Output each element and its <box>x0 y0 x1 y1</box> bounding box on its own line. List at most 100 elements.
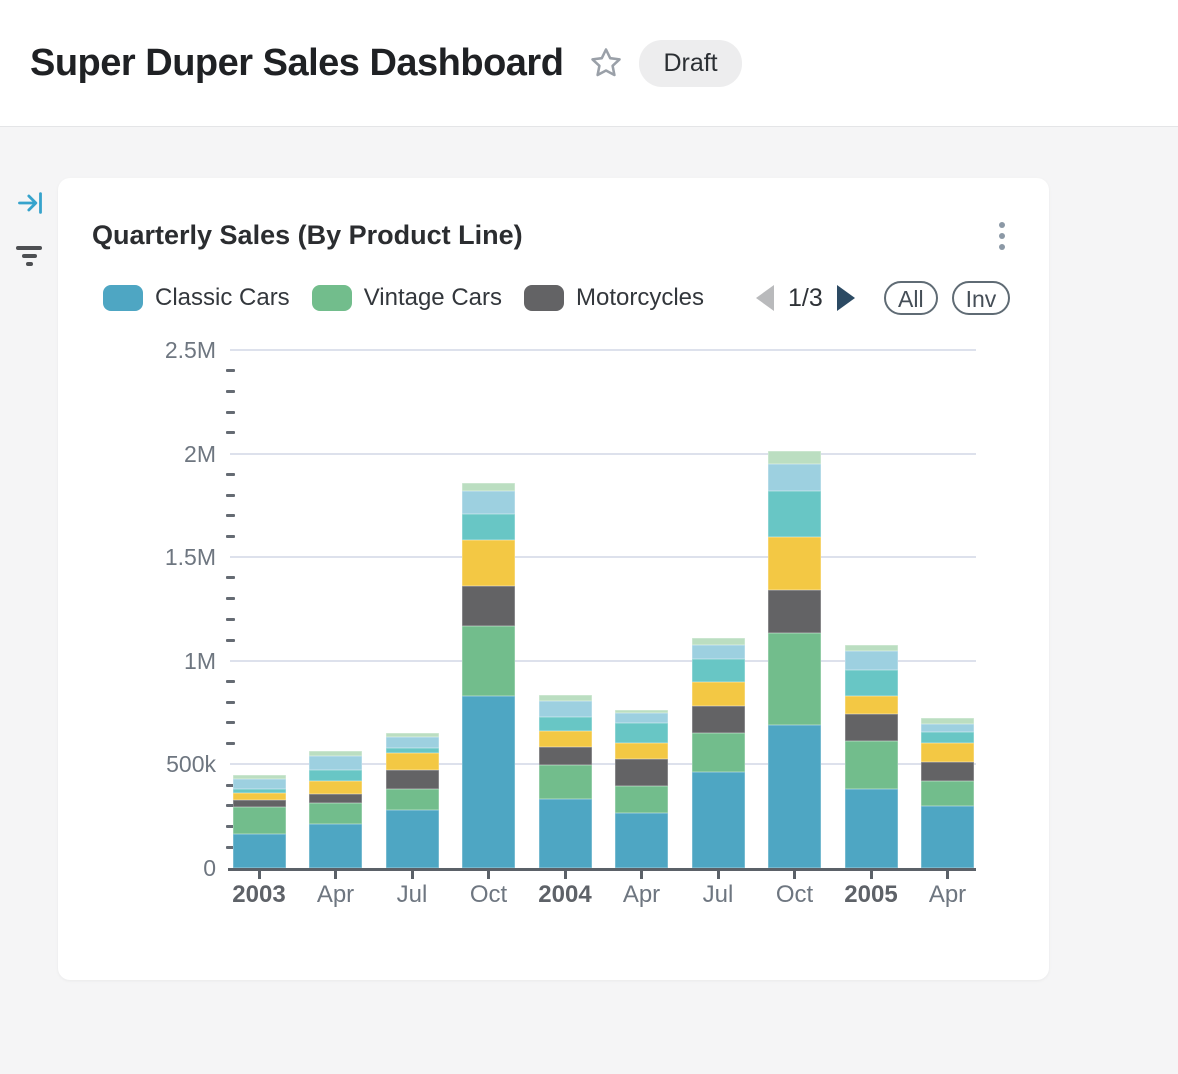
bar-segment-vintage-cars[interactable] <box>386 789 439 810</box>
bar-segment-series-4[interactable] <box>845 696 898 714</box>
favorite-star-icon[interactable] <box>587 44 625 82</box>
bar-segment-motorcycles[interactable] <box>233 800 286 807</box>
legend-item-classic-cars[interactable]: Classic Cars <box>103 284 290 312</box>
bar-segment-motorcycles[interactable] <box>921 762 974 781</box>
bar-segment-series-5[interactable] <box>845 670 898 696</box>
bar-segment-classic-cars[interactable] <box>692 772 745 868</box>
bar-segment-series-6[interactable] <box>386 737 439 747</box>
x-tick <box>334 871 337 879</box>
bar-segment-series-6[interactable] <box>539 701 592 717</box>
stacked-bar-chart: 0500k1M1.5M2M2.5M2003AprJulOct2004AprJul… <box>58 328 1049 948</box>
bar-segment-series-4[interactable] <box>309 781 362 795</box>
bar-segment-series-6[interactable] <box>692 645 745 659</box>
bar-segment-motorcycles[interactable] <box>309 794 362 803</box>
bar-segment-classic-cars[interactable] <box>309 824 362 868</box>
bar-segment-classic-cars[interactable] <box>615 813 668 868</box>
bar-segment-classic-cars[interactable] <box>768 725 821 868</box>
bar-segment-vintage-cars[interactable] <box>539 765 592 798</box>
bar-segment-series-5[interactable] <box>921 732 974 744</box>
filter-icon[interactable] <box>14 246 44 272</box>
bar-segment-motorcycles[interactable] <box>462 586 515 627</box>
stacked-bar-jul[interactable] <box>692 638 745 868</box>
y-minor-tick <box>226 680 235 683</box>
stacked-bar-oct[interactable] <box>462 483 515 868</box>
bar-segment-vintage-cars[interactable] <box>233 807 286 834</box>
stacked-bar-2003[interactable] <box>233 775 286 868</box>
legend-label: Classic Cars <box>155 284 290 312</box>
bar-segment-motorcycles[interactable] <box>615 759 668 786</box>
stacked-bar-apr[interactable] <box>921 718 974 868</box>
bar-segment-vintage-cars[interactable] <box>768 633 821 725</box>
bar-segment-classic-cars[interactable] <box>386 810 439 868</box>
bar-segment-series-6[interactable] <box>462 491 515 514</box>
stacked-bar-apr[interactable] <box>309 751 362 868</box>
bar-segment-series-5[interactable] <box>539 717 592 731</box>
stacked-bar-apr[interactable] <box>615 710 668 868</box>
bar-segment-vintage-cars[interactable] <box>615 786 668 813</box>
legend-prev-page-icon[interactable] <box>756 285 774 311</box>
bar-segment-classic-cars[interactable] <box>845 789 898 868</box>
y-minor-tick <box>226 597 235 600</box>
bar-segment-vintage-cars[interactable] <box>309 803 362 824</box>
bar-segment-vintage-cars[interactable] <box>845 741 898 789</box>
bar-segment-classic-cars[interactable] <box>233 834 286 868</box>
bar-segment-series-7[interactable] <box>692 638 745 645</box>
bar-segment-series-6[interactable] <box>845 651 898 670</box>
legend-item-motorcycles[interactable]: Motorcycles <box>524 284 704 312</box>
bar-segment-series-6[interactable] <box>921 724 974 731</box>
bar-segment-series-4[interactable] <box>539 731 592 747</box>
bar-segment-series-4[interactable] <box>615 743 668 759</box>
chart-title: Quarterly Sales (By Product Line) <box>92 220 523 251</box>
bar-segment-series-5[interactable] <box>462 514 515 541</box>
bar-segment-series-5[interactable] <box>615 723 668 743</box>
legend-invert-button[interactable]: Inv <box>952 281 1011 315</box>
y-minor-tick <box>226 576 235 579</box>
page-title: Super Duper Sales Dashboard <box>30 42 563 85</box>
bar-segment-series-7[interactable] <box>768 451 821 464</box>
expand-sidebar-icon[interactable] <box>15 189 45 217</box>
chart-legend: Classic Cars Vintage Cars Motorcycles <box>103 283 704 313</box>
bar-segment-classic-cars[interactable] <box>462 696 515 868</box>
legend-label: Vintage Cars <box>364 284 502 312</box>
legend-next-page-icon[interactable] <box>837 285 855 311</box>
card-menu-icon[interactable] <box>993 222 1011 258</box>
bar-segment-classic-cars[interactable] <box>921 806 974 868</box>
bar-segment-vintage-cars[interactable] <box>692 733 745 772</box>
stacked-bar-2005[interactable] <box>845 645 898 868</box>
bar-segment-series-6[interactable] <box>615 713 668 723</box>
bar-segment-motorcycles[interactable] <box>386 770 439 789</box>
bar-segment-motorcycles[interactable] <box>692 706 745 733</box>
y-gridline <box>230 556 976 558</box>
page-header: Super Duper Sales Dashboard Draft <box>0 0 1178 127</box>
bar-segment-classic-cars[interactable] <box>539 799 592 868</box>
bar-segment-series-4[interactable] <box>233 793 286 801</box>
y-minor-tick <box>226 618 235 621</box>
bar-segment-series-5[interactable] <box>768 491 821 537</box>
bar-segment-series-7[interactable] <box>845 645 898 652</box>
bar-segment-series-5[interactable] <box>309 770 362 781</box>
bar-segment-series-4[interactable] <box>921 743 974 762</box>
legend-item-vintage-cars[interactable]: Vintage Cars <box>312 284 502 312</box>
bar-segment-motorcycles[interactable] <box>539 747 592 765</box>
bar-segment-series-4[interactable] <box>768 537 821 590</box>
bar-segment-series-4[interactable] <box>386 753 439 770</box>
bar-segment-series-7[interactable] <box>462 483 515 491</box>
bar-segment-series-6[interactable] <box>768 464 821 491</box>
x-tick <box>640 871 643 879</box>
bar-segment-motorcycles[interactable] <box>845 714 898 741</box>
legend-select-all-button[interactable]: All <box>884 281 938 315</box>
filter-bar <box>22 254 37 258</box>
bar-segment-series-5[interactable] <box>692 659 745 681</box>
bar-segment-series-4[interactable] <box>462 540 515 586</box>
bar-segment-vintage-cars[interactable] <box>921 781 974 806</box>
stacked-bar-oct[interactable] <box>768 451 821 868</box>
stacked-bar-2004[interactable] <box>539 695 592 868</box>
x-tick <box>258 871 261 879</box>
bar-segment-series-6[interactable] <box>233 779 286 789</box>
bar-segment-motorcycles[interactable] <box>768 590 821 633</box>
bar-segment-series-4[interactable] <box>692 682 745 706</box>
bar-segment-series-6[interactable] <box>309 756 362 770</box>
stacked-bar-jul[interactable] <box>386 733 439 868</box>
x-tick <box>870 871 873 879</box>
bar-segment-vintage-cars[interactable] <box>462 626 515 696</box>
